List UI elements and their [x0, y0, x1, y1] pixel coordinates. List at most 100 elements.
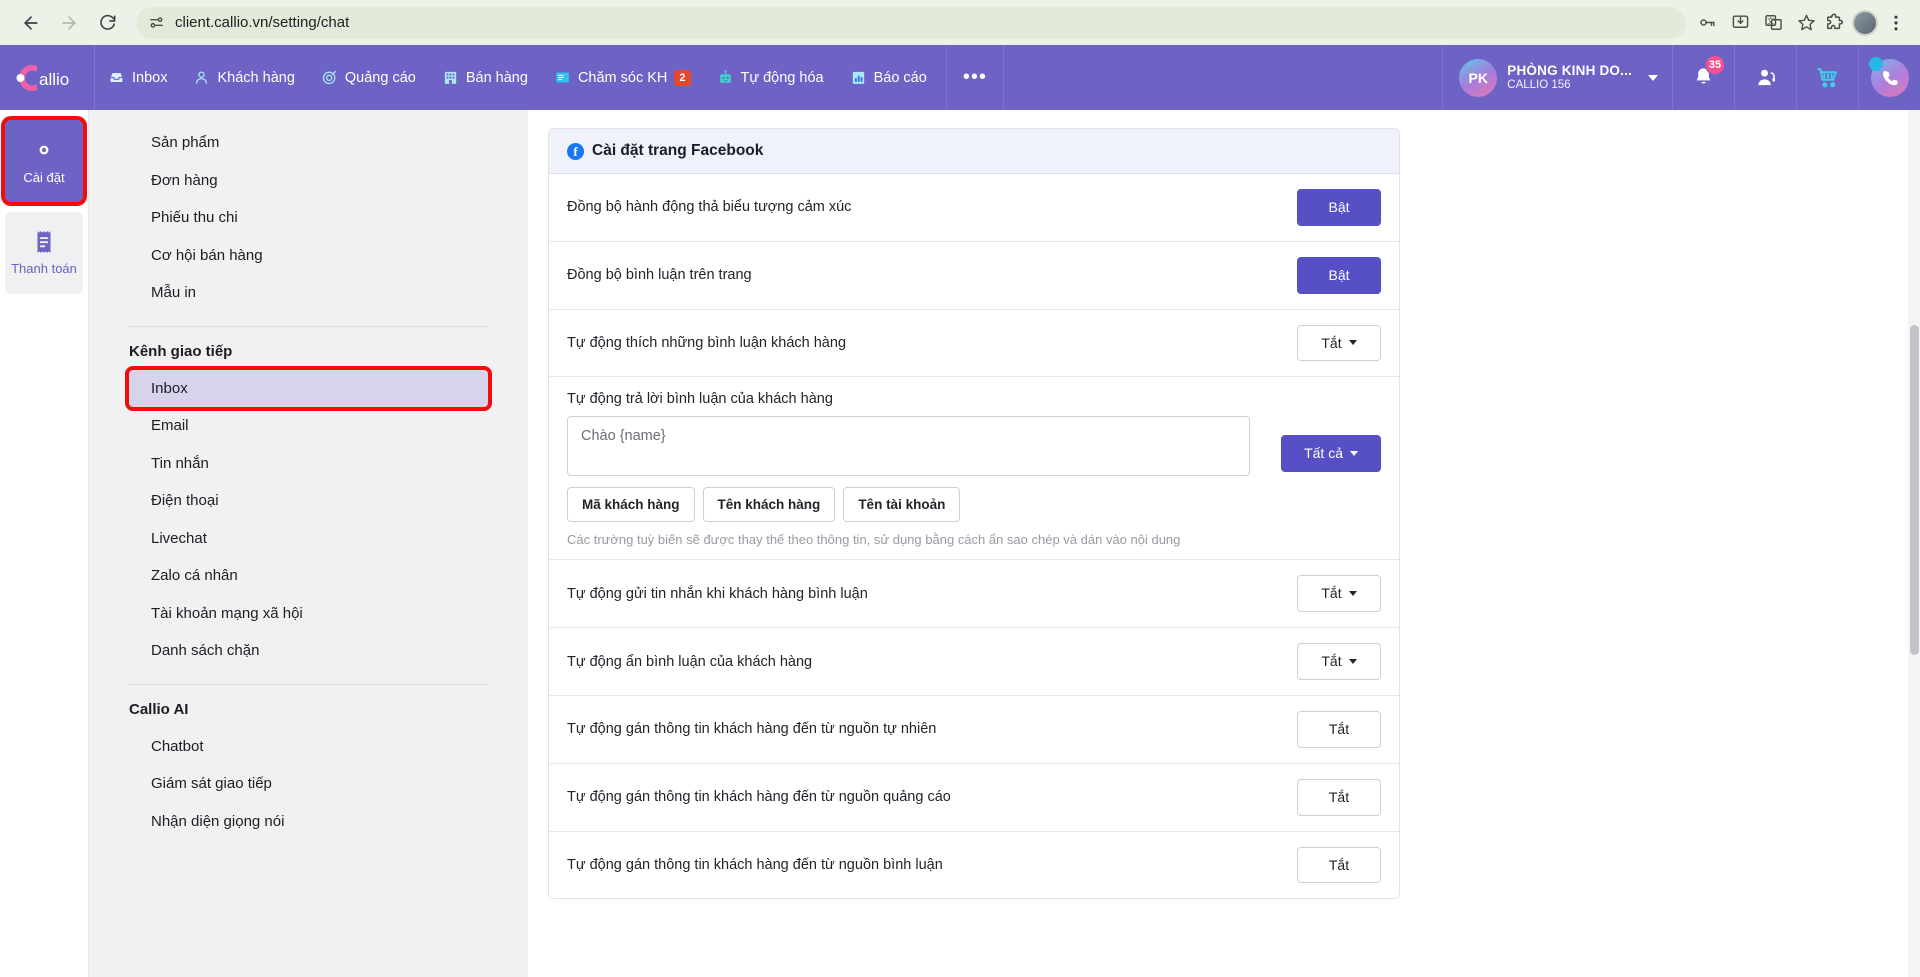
svg-text:allio: allio — [39, 70, 69, 89]
account-name: PHÒNG KINH DO... — [1507, 62, 1632, 78]
toggle-dropdown-auto-like[interactable]: Tắt — [1297, 324, 1381, 362]
toggle-button-sync-comments[interactable]: Bật — [1297, 256, 1381, 294]
rail-item-cai-dat[interactable]: Cài đặt — [5, 120, 83, 202]
setting-label: Tự động gán thông tin khách hàng đến từ … — [567, 721, 937, 738]
settings-nav: Sản phẩm Đơn hàng Phiếu thu chi Cơ hội b… — [89, 110, 528, 977]
button-label: Tất cả — [1304, 445, 1343, 462]
setting-row-sync-reactions: Đồng bộ hành động thả biểu tượng cảm xúc… — [549, 174, 1399, 242]
chip-ma-khach-hang[interactable]: Mã khách hàng — [567, 487, 695, 523]
settings-nav-item-nhan-dien-giong-noi[interactable]: Nhận diện giọng nói — [129, 803, 488, 841]
auto-reply-textarea[interactable] — [567, 416, 1250, 477]
settings-nav-item-mau-in[interactable]: Mẫu in — [129, 274, 488, 312]
inbox-icon — [108, 69, 125, 86]
cart-button[interactable] — [1796, 45, 1858, 110]
setting-label: Đồng bộ bình luận trên trang — [567, 267, 752, 284]
callio-logo[interactable]: allio — [0, 45, 95, 110]
phone-call-icon — [1868, 56, 1909, 97]
setting-row-assign-organic: Tự động gán thông tin khách hàng đến từ … — [549, 696, 1399, 764]
gear-icon — [30, 136, 58, 164]
phone-status-dot — [1868, 56, 1883, 71]
forward-arrow-icon[interactable] — [52, 6, 86, 40]
nav-label: Inbox — [132, 69, 168, 86]
scope-dropdown-auto-reply[interactable]: Tất cả — [1281, 435, 1381, 473]
rail-label: Cài đặt — [23, 170, 65, 186]
chevron-down-icon — [1348, 659, 1357, 665]
chip-ten-tai-khoan[interactable]: Tên tài khoản — [843, 487, 961, 523]
settings-nav-item-dien-thoai[interactable]: Điện thoại — [129, 482, 488, 520]
chrome-profile-avatar[interactable] — [1852, 9, 1878, 36]
agent-status-button[interactable] — [1734, 45, 1796, 110]
facebook-settings-card: f Cài đặt trang Facebook Đồng bộ hành độ… — [548, 128, 1400, 900]
toggle-button-sync-reactions[interactable]: Bật — [1297, 189, 1381, 226]
settings-nav-item-email[interactable]: Email — [129, 407, 488, 445]
setting-row-auto-hide-comments: Tự động ẩn bình luận của khách hàng Tắt — [549, 628, 1399, 696]
page-title: Cài đặt trang Facebook — [592, 142, 764, 159]
settings-nav-item-livechat[interactable]: Livechat — [129, 520, 488, 558]
page-scrollbar[interactable] — [1908, 110, 1920, 977]
settings-nav-item-don-hang[interactable]: Đơn hàng — [129, 162, 488, 200]
toggle-button-assign-organic[interactable]: Tắt — [1297, 710, 1381, 748]
button-label: Tắt — [1321, 585, 1342, 602]
chevron-down-icon — [1348, 591, 1357, 597]
site-settings-icon[interactable] — [148, 14, 165, 31]
setting-row-auto-send-message: Tự động gửi tin nhắn khi khách hàng bình… — [549, 560, 1399, 629]
robot-icon — [717, 69, 734, 86]
password-key-icon[interactable] — [1698, 13, 1717, 32]
toggle-button-assign-comments[interactable]: Tắt — [1297, 846, 1381, 884]
settings-nav-item-san-pham[interactable]: Sản phẩm — [129, 124, 488, 162]
header-spacer — [1004, 45, 1442, 110]
settings-nav-item-giam-sat-giao-tiep[interactable]: Giám sát giao tiếp — [129, 765, 488, 803]
settings-nav-item-tin-nhan[interactable]: Tin nhắn — [129, 445, 488, 483]
translate-icon[interactable]: 文 — [1764, 13, 1783, 32]
chevron-down-icon — [1348, 340, 1357, 346]
nav-item-khach-hang[interactable]: Khách hàng — [180, 45, 307, 110]
notifications-button[interactable]: 35 — [1672, 45, 1734, 110]
nav-more-button[interactable]: ••• — [945, 45, 1004, 110]
page-scrollbar-thumb[interactable] — [1910, 325, 1919, 655]
setting-row-auto-reply: Tự động trả lời bình luận của khách hàng… — [549, 377, 1399, 561]
toggle-dropdown-auto-send-message[interactable]: Tắt — [1297, 575, 1381, 613]
setting-row-sync-comments: Đồng bộ bình luận trên trang Bật — [549, 242, 1399, 310]
settings-nav-item-chatbot[interactable]: Chatbot — [129, 728, 488, 766]
nav-divider — [129, 683, 488, 685]
settings-nav-item-co-hoi-ban-hang[interactable]: Cơ hội bán hàng — [129, 237, 488, 275]
toggle-button-assign-ads[interactable]: Tắt — [1297, 778, 1381, 816]
chip-ten-khach-hang[interactable]: Tên khách hàng — [702, 487, 836, 523]
variable-chip-group: Mã khách hàng Tên khách hàng Tên tài kho… — [567, 487, 1265, 523]
setting-label: Tự động gán thông tin khách hàng đến từ … — [567, 789, 951, 806]
nav-item-inbox[interactable]: Inbox — [95, 45, 180, 110]
avatar: PK — [1459, 58, 1498, 97]
address-bar[interactable]: client.callio.vn/setting/chat — [136, 6, 1686, 39]
sales-building-icon — [442, 69, 459, 86]
support-ticket-icon — [554, 69, 571, 86]
setting-label: Tự động gán thông tin khách hàng đến từ … — [567, 856, 943, 873]
call-button[interactable] — [1858, 45, 1920, 110]
kebab-menu-icon[interactable] — [1886, 13, 1906, 33]
nav-label: Khách hàng — [217, 69, 295, 86]
settings-nav-item-phieu-thu-chi[interactable]: Phiếu thu chi — [129, 199, 488, 237]
nav-item-cham-soc-kh[interactable]: Chăm sóc KH 2 — [541, 45, 704, 110]
star-icon[interactable] — [1797, 13, 1816, 32]
settings-nav-item-inbox[interactable]: Inbox — [129, 369, 488, 407]
chevron-down-icon — [1350, 451, 1358, 457]
extensions-puzzle-icon[interactable] — [1824, 13, 1844, 33]
rail-label: Thanh toán — [11, 261, 77, 277]
svg-text:文: 文 — [1767, 16, 1774, 25]
nav-item-ban-hang[interactable]: Bán hàng — [429, 45, 541, 110]
nav-item-quang-cao[interactable]: Quảng cáo — [308, 45, 429, 110]
rail-item-thanh-toan[interactable]: Thanh toán — [5, 212, 83, 294]
back-arrow-icon[interactable] — [14, 6, 48, 40]
app-header: allio Inbox Khách hàng Quảng cáo Bán hàn… — [0, 45, 1920, 110]
button-label: Tắt — [1321, 334, 1342, 351]
settings-nav-item-danh-sach-chan[interactable]: Danh sách chặn — [129, 632, 488, 670]
nav-label: Quảng cáo — [344, 69, 416, 86]
toggle-dropdown-auto-hide-comments[interactable]: Tắt — [1297, 643, 1381, 680]
nav-item-bao-cao[interactable]: Báo cáo — [837, 45, 940, 110]
reload-icon[interactable] — [90, 6, 124, 40]
settings-nav-item-zalo-ca-nhan[interactable]: Zalo cá nhân — [129, 557, 488, 595]
install-app-icon[interactable] — [1731, 13, 1750, 32]
settings-nav-item-tai-khoan-mang-xa-hoi[interactable]: Tài khoản mạng xã hội — [129, 595, 488, 633]
facebook-icon: f — [567, 142, 584, 160]
account-switcher[interactable]: PK PHÒNG KINH DO... CALLIO 156 — [1442, 45, 1672, 110]
nav-item-tu-dong-hoa[interactable]: Tự động hóa — [704, 45, 837, 110]
